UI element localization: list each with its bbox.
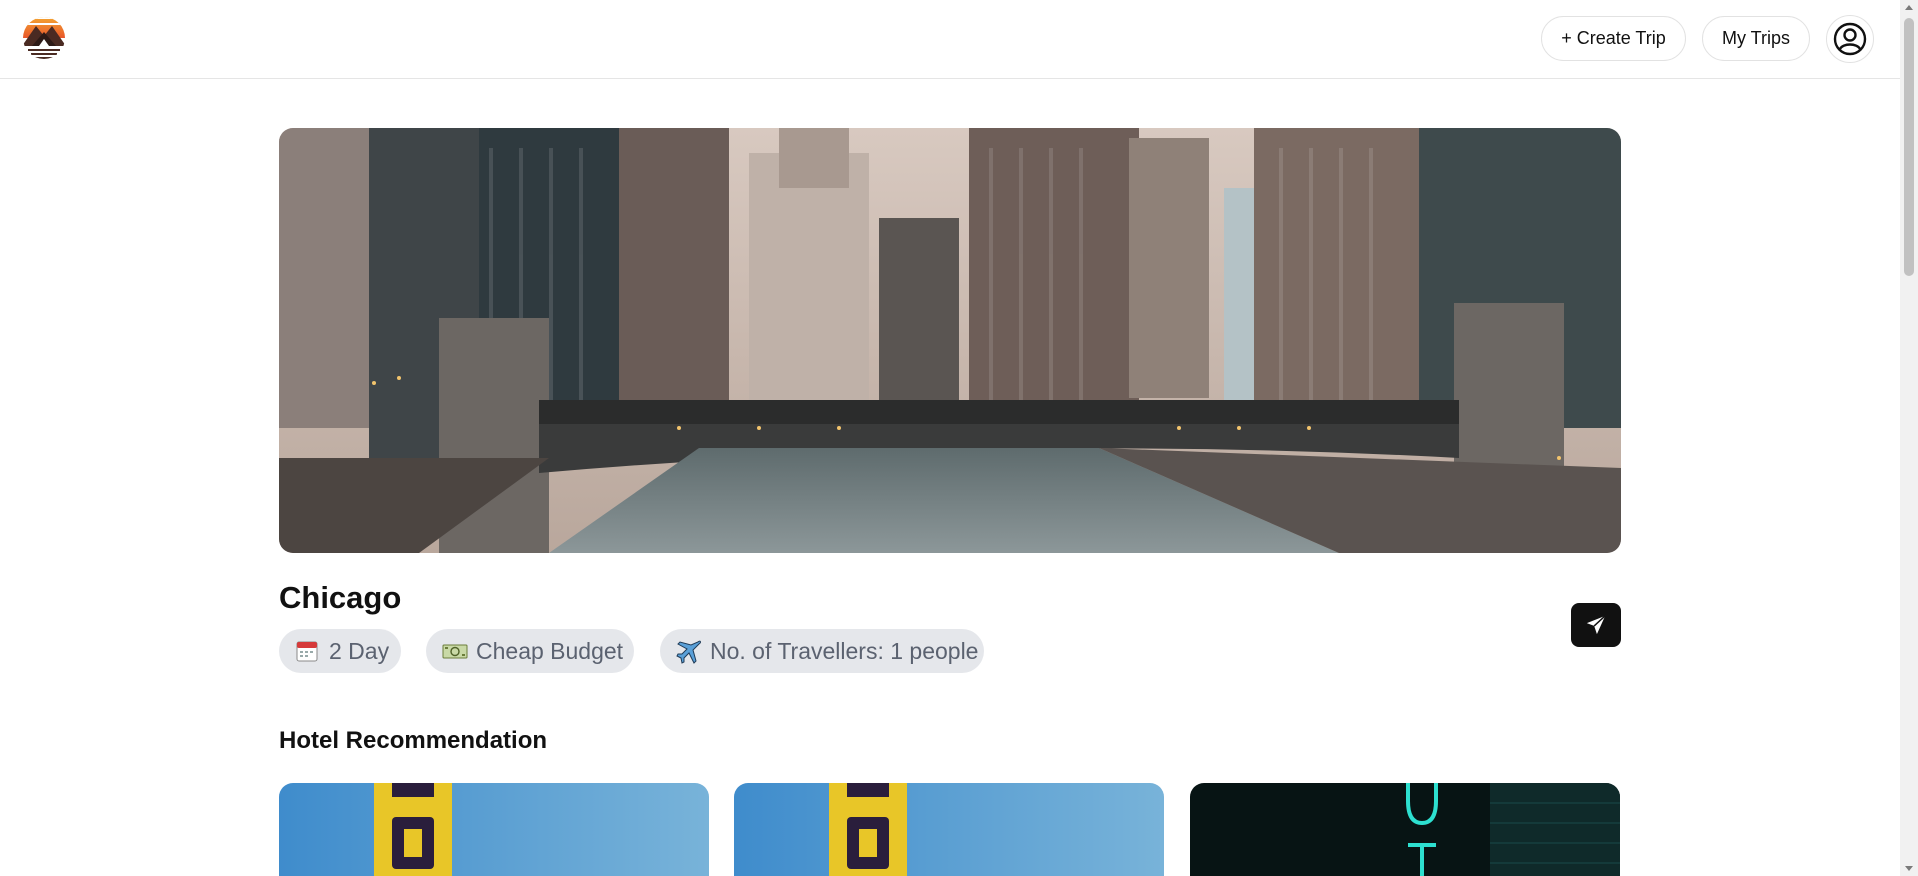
budget-label: Cheap Budget — [476, 637, 624, 664]
airplane-icon — [676, 639, 702, 664]
share-button[interactable] — [1571, 603, 1621, 647]
calendar-icon — [295, 639, 319, 663]
profile-button[interactable] — [1826, 15, 1874, 63]
hotel-card[interactable] — [734, 783, 1164, 876]
motel-sign-photo — [279, 783, 709, 876]
page-scrollbar[interactable] — [1900, 0, 1918, 876]
travellers-label: No. of Travellers: 1 people — [710, 637, 979, 664]
hotel-section-title: Hotel Recommendation — [279, 727, 548, 754]
my-trips-button[interactable]: My Trips — [1702, 16, 1810, 61]
motel-sign-photo — [734, 783, 1164, 876]
top-navbar: + Create Trip My Trips — [0, 0, 1900, 79]
scroll-down-arrow-icon[interactable] — [1905, 866, 1913, 871]
money-icon — [442, 639, 468, 663]
days-badge: 2 Day — [279, 629, 401, 673]
budget-badge: Cheap Budget — [426, 629, 634, 673]
travellers-badge: No. of Travellers: 1 people — [660, 629, 984, 673]
neon-hotel-sign-photo — [1190, 783, 1620, 876]
days-label: 2 Day — [329, 637, 390, 664]
scroll-up-arrow-icon[interactable] — [1905, 5, 1913, 10]
user-circle-icon — [1833, 22, 1867, 56]
hotel-card[interactable] — [1190, 783, 1620, 876]
destination-title: Chicago — [279, 580, 402, 615]
send-icon — [1586, 615, 1606, 635]
hero-image — [279, 128, 1621, 553]
scroll-thumb[interactable] — [1904, 18, 1914, 276]
hotel-card[interactable] — [279, 783, 709, 876]
sunset-mountain-logo-icon[interactable] — [22, 12, 66, 64]
create-trip-button[interactable]: + Create Trip — [1541, 16, 1686, 61]
